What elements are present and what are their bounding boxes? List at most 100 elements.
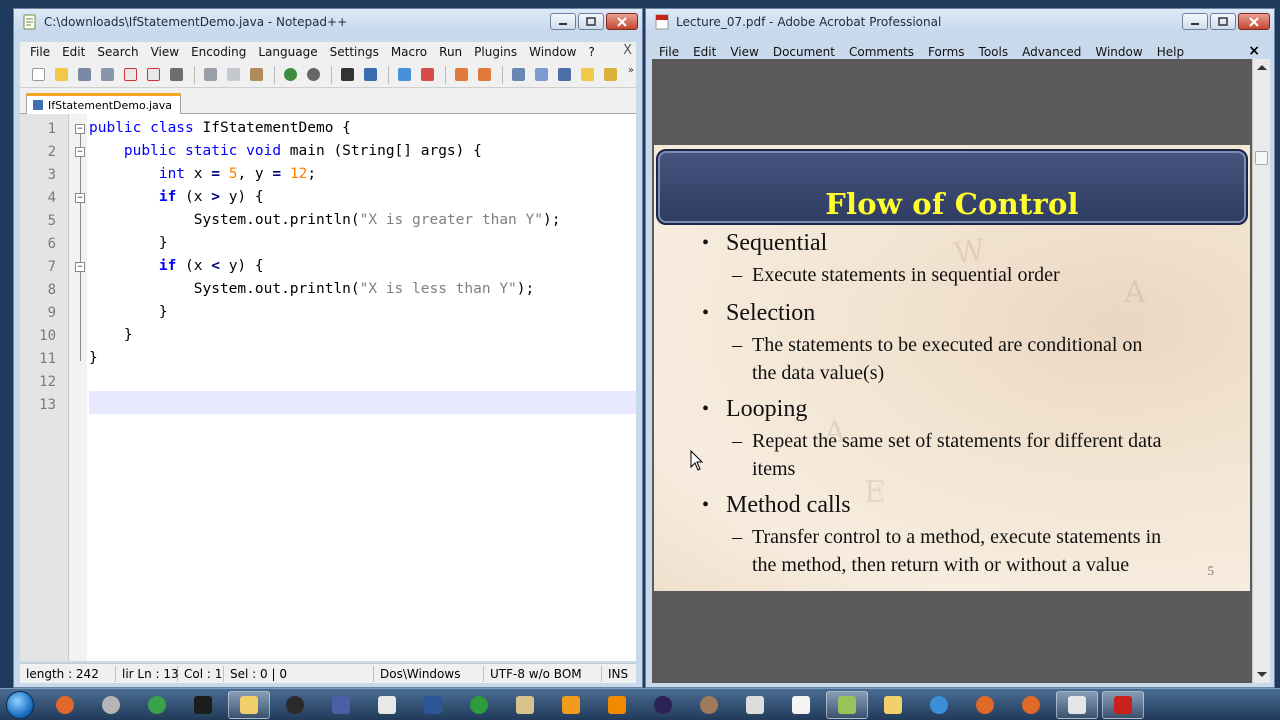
taskbar-item[interactable] <box>182 691 224 719</box>
menu-search[interactable]: Search <box>91 45 144 59</box>
taskbar-item[interactable] <box>734 691 776 719</box>
fold-toggle[interactable]: − <box>75 147 85 157</box>
menu-file[interactable]: File <box>652 45 686 59</box>
taskbar-item[interactable] <box>872 691 914 719</box>
taskbar-item[interactable] <box>596 691 638 719</box>
document-close-button[interactable]: × <box>1248 43 1260 59</box>
taskbar-item[interactable] <box>642 691 684 719</box>
menu-macro[interactable]: Macro <box>385 45 433 59</box>
redo-icon <box>306 68 320 81</box>
taskbar-item[interactable] <box>918 691 960 719</box>
close-file-icon <box>123 68 137 81</box>
start-button[interactable] <box>0 689 40 720</box>
taskbar-item[interactable] <box>504 691 546 719</box>
menu-encoding[interactable]: Encoding <box>185 45 252 59</box>
find-button[interactable] <box>337 66 357 84</box>
show-all-chars-button[interactable] <box>531 66 551 84</box>
npp-titlebar[interactable]: C:\downloads\IfStatementDemo.java - Note… <box>14 9 642 35</box>
fold-toggle[interactable]: − <box>75 124 85 134</box>
undo-button[interactable] <box>280 66 300 84</box>
code-line: 4 − if (x > y) { <box>20 187 636 210</box>
menu-language[interactable]: Language <box>252 45 323 59</box>
status-encoding: UTF-8 w/o BOM <box>484 665 602 682</box>
bullet-sequential: Sequential <box>702 227 1242 259</box>
minimize-button[interactable] <box>550 13 576 30</box>
menu-help[interactable]: Help <box>1150 45 1191 59</box>
taskbar-item[interactable] <box>826 690 868 719</box>
taskbar-item[interactable] <box>136 691 178 719</box>
paste-icon <box>249 68 263 81</box>
taskbar-item[interactable] <box>320 691 362 719</box>
scroll-up-arrow-icon[interactable] <box>1257 65 1267 70</box>
document-close-button[interactable]: X <box>623 43 632 58</box>
zoom-out-button[interactable] <box>417 66 437 84</box>
close-file-button[interactable] <box>120 66 140 84</box>
menu-tools[interactable]: Tools <box>972 45 1016 59</box>
menu-document[interactable]: Document <box>766 45 842 59</box>
fold-toggle[interactable]: − <box>75 262 85 272</box>
taskbar-item[interactable] <box>44 691 86 719</box>
minimize-button[interactable] <box>1182 13 1208 30</box>
new-file-button[interactable] <box>28 66 48 84</box>
zoom-in-button[interactable] <box>394 66 414 84</box>
taskbar-item[interactable] <box>1102 690 1144 719</box>
word-wrap-button[interactable] <box>508 66 528 84</box>
taskbar-item[interactable] <box>90 691 132 719</box>
save-all-button[interactable] <box>97 66 117 84</box>
sync-vertical-button[interactable] <box>451 66 471 84</box>
vertical-scrollbar[interactable] <box>1252 59 1270 683</box>
menu-settings[interactable]: Settings <box>324 45 385 59</box>
menu-comments[interactable]: Comments <box>842 45 921 59</box>
menu-edit[interactable]: Edit <box>686 45 723 59</box>
folder-workspace-button[interactable] <box>577 66 597 84</box>
indent-guide-button[interactable] <box>554 66 574 84</box>
acrobat-titlebar[interactable]: Lecture_07.pdf - Adobe Acrobat Professio… <box>646 9 1274 35</box>
taskbar-item[interactable] <box>1056 690 1098 719</box>
maximize-button[interactable] <box>578 13 604 30</box>
taskbar-item[interactable] <box>228 690 270 719</box>
scroll-thumb[interactable] <box>1255 151 1268 165</box>
taskbar-item[interactable] <box>780 691 822 719</box>
menu-file[interactable]: File <box>24 45 56 59</box>
code-editor[interactable]: 1 − public class IfStatementDemo { 2 − p… <box>20 114 636 661</box>
sync-horizontal-button[interactable] <box>474 66 494 84</box>
menu-forms[interactable]: Forms <box>921 45 971 59</box>
copy-button[interactable] <box>223 66 243 84</box>
taskbar-item[interactable] <box>458 691 500 719</box>
save-button[interactable] <box>74 66 94 84</box>
menu-window[interactable]: Window <box>1088 45 1149 59</box>
close-all-button[interactable] <box>143 66 163 84</box>
close-button[interactable] <box>1238 13 1270 30</box>
taskbar-item[interactable] <box>550 691 592 719</box>
pdf-document-pane[interactable]: W A A E Flow of Control Sequential Execu… <box>652 59 1252 683</box>
taskbar-item[interactable] <box>274 691 316 719</box>
tab-ifstatementdemo[interactable]: IfStatementDemo.java <box>26 93 182 114</box>
macro-button[interactable] <box>600 66 620 84</box>
taskbar-item[interactable] <box>1010 691 1052 719</box>
menu-plugins[interactable]: Plugins <box>468 45 523 59</box>
menu-help[interactable]: ? <box>582 45 600 59</box>
taskbar-item[interactable] <box>964 691 1006 719</box>
replace-button[interactable] <box>360 66 380 84</box>
maximize-button[interactable] <box>1210 13 1236 30</box>
sync-icon <box>470 695 488 714</box>
menu-run[interactable]: Run <box>433 45 468 59</box>
scroll-down-arrow-icon[interactable] <box>1257 672 1267 677</box>
menu-window[interactable]: Window <box>523 45 582 59</box>
taskbar-item[interactable] <box>412 691 454 719</box>
code-text: } <box>158 235 168 251</box>
menu-edit[interactable]: Edit <box>56 45 91 59</box>
menu-view[interactable]: View <box>723 45 765 59</box>
print-button[interactable] <box>166 66 186 84</box>
open-file-button[interactable] <box>51 66 71 84</box>
close-button[interactable] <box>606 13 638 30</box>
menu-advanced[interactable]: Advanced <box>1015 45 1088 59</box>
toolbar-overflow-button[interactable]: » <box>628 65 634 76</box>
cut-button[interactable] <box>200 66 220 84</box>
menu-view[interactable]: View <box>145 45 185 59</box>
fold-toggle[interactable]: − <box>75 193 85 203</box>
redo-button[interactable] <box>303 66 323 84</box>
taskbar-item[interactable] <box>366 691 408 719</box>
taskbar-item[interactable] <box>688 691 730 719</box>
paste-button[interactable] <box>246 66 266 84</box>
